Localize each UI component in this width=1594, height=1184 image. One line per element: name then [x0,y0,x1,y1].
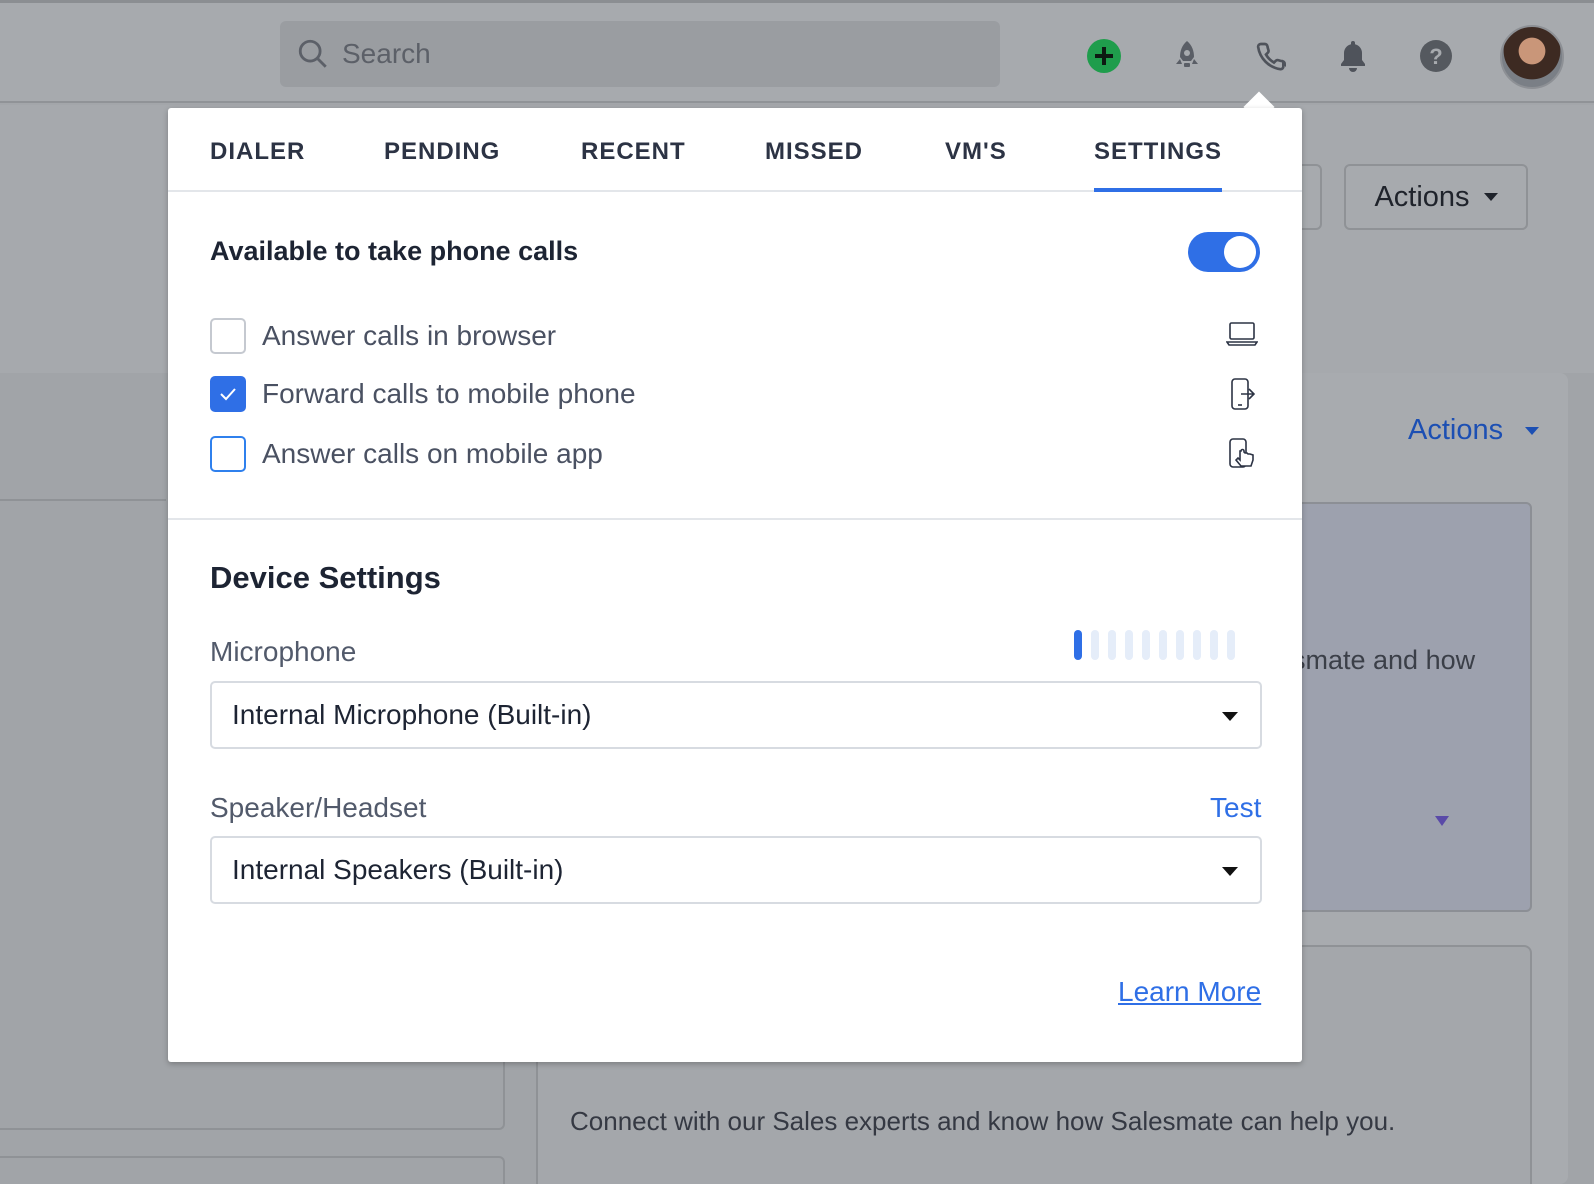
info-card-text: smate and how [1292,645,1476,675]
chevron-down-icon [1525,427,1540,436]
option-answer-on-mobile-app[interactable]: Answer calls on mobile app [210,436,603,472]
search-icon [298,39,327,68]
plus-circle-icon [1087,39,1121,73]
tab-vms[interactable]: VM'S [945,138,1007,192]
help-button[interactable]: ? [1417,37,1455,75]
device-settings-title: Device Settings [210,560,441,595]
laptop-icon [1222,314,1262,354]
tab-settings[interactable]: SETTINGS [1094,138,1223,192]
option-forward-to-mobile[interactable]: Forward calls to mobile phone [210,376,636,412]
microphone-level-meter [1074,630,1235,660]
microphone-select[interactable]: Internal Microphone (Built-in) [210,681,1262,749]
tab-recent[interactable]: RECENT [581,138,686,192]
rocket-icon [1176,41,1198,67]
svg-text:?: ? [1429,44,1442,69]
bell-icon [1341,41,1365,72]
option-answer-in-browser[interactable]: Answer calls in browser [210,318,556,354]
tab-dialer[interactable]: DIALER [210,138,305,192]
speaker-select[interactable]: Internal Speakers (Built-in) [210,836,1262,904]
answer-on-mobile-app-checkbox[interactable] [210,436,246,472]
chevron-down-icon [1222,867,1238,876]
microphone-label: Microphone [210,636,357,667]
chevron-down-icon [1483,193,1498,201]
phone-settings-panel: DIALER PENDING RECENT MISSED VM'S SETTIN… [168,108,1302,1062]
avatar[interactable] [1500,25,1564,89]
answer-in-browser-label: Answer calls in browser [262,320,557,351]
chevron-down-icon [1222,712,1238,721]
section-divider [168,518,1302,520]
forward-to-mobile-label: Forward calls to mobile phone [262,378,636,409]
speaker-test-link[interactable]: Test [1210,792,1261,824]
speaker-label: Speaker/Headset [210,792,427,823]
tab-pending[interactable]: PENDING [384,138,500,192]
availability-label: Available to take phone calls [210,236,579,266]
speaker-select-value: Internal Speakers (Built-in) [232,854,564,885]
forward-to-mobile-checkbox[interactable] [210,376,246,412]
phone-button[interactable] [1251,37,1289,75]
mobile-tap-icon [1222,434,1262,474]
actions-link[interactable]: Actions [1408,414,1540,447]
rocket-button[interactable] [1168,37,1206,75]
phone-icon [1256,42,1286,71]
toggle-knob [1224,236,1256,268]
answer-in-browser-checkbox[interactable] [210,318,246,354]
actions-button-label: Actions [1374,180,1470,213]
info-card [1290,502,1532,912]
tab-missed[interactable]: MISSED [765,138,863,192]
learn-more-link[interactable]: Learn More [1118,976,1261,1008]
left-panel-section [0,373,166,501]
mobile-forward-icon [1222,374,1262,414]
search-input[interactable]: Search [280,21,1000,87]
chevron-down-icon[interactable] [1435,816,1449,826]
actions-button[interactable]: Actions [1344,164,1528,230]
top-bar: Search ? [0,0,1594,103]
search-placeholder: Search [342,38,431,69]
add-button[interactable] [1085,37,1123,75]
notifications-button[interactable] [1334,37,1372,75]
answer-on-mobile-app-label: Answer calls on mobile app [262,438,603,469]
phone-tabs: DIALER PENDING RECENT MISSED VM'S SETTIN… [168,108,1302,192]
sales-card-text: Connect with our Sales experts and know … [570,1106,1396,1136]
help-icon: ? [1420,40,1452,72]
checkmark-icon [220,388,236,401]
left-panel-card [0,1156,505,1184]
availability-toggle[interactable] [1188,232,1260,272]
microphone-select-value: Internal Microphone (Built-in) [232,699,592,730]
